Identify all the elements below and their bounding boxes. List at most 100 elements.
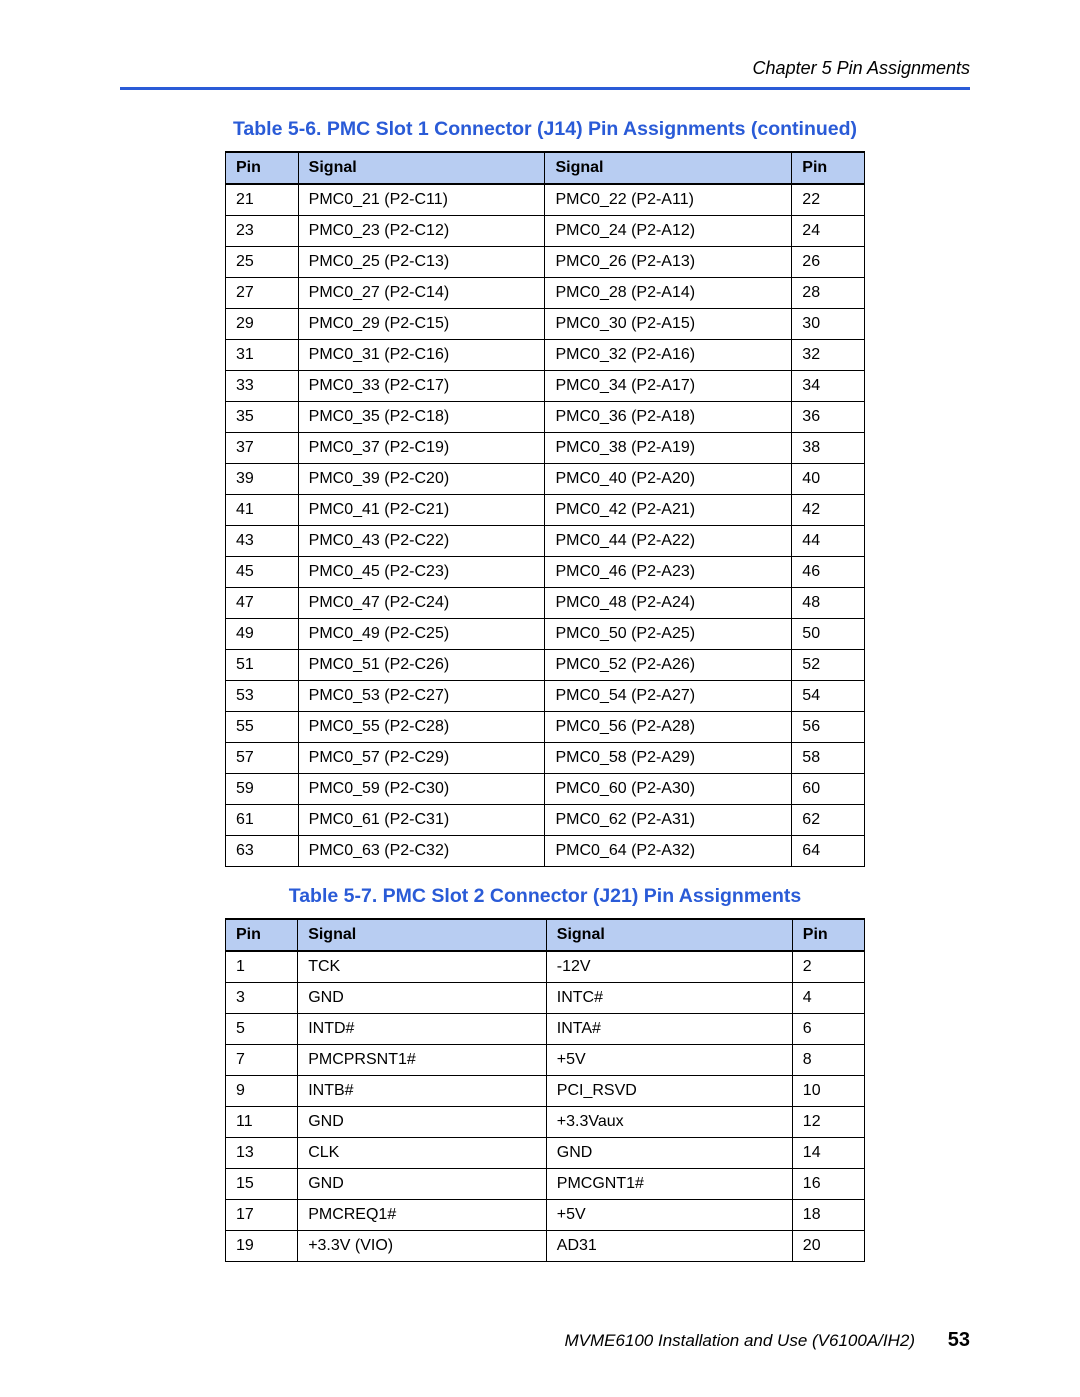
col-pin-left: Pin xyxy=(226,152,299,184)
col-pin-right: Pin xyxy=(792,152,865,184)
cell-signal-left: GND xyxy=(298,1169,547,1200)
cell-signal-right: PMC0_42 (P2-A21) xyxy=(545,495,792,526)
cell-pin-right: 46 xyxy=(792,557,865,588)
cell-pin-right: 42 xyxy=(792,495,865,526)
cell-signal-left: PMC0_57 (P2-C29) xyxy=(298,743,545,774)
cell-signal-left: INTB# xyxy=(298,1076,547,1107)
cell-signal-left: PMC0_25 (P2-C13) xyxy=(298,247,545,278)
cell-pin-left: 57 xyxy=(226,743,299,774)
cell-signal-left: PMC0_37 (P2-C19) xyxy=(298,433,545,464)
footer-page-number: 53 xyxy=(948,1329,970,1351)
cell-signal-right: PCI_RSVD xyxy=(546,1076,792,1107)
table-5-7: Pin Signal Signal Pin 1TCK-12V23GNDINTC#… xyxy=(225,918,865,1262)
footer-doc-name: MVME6100 Installation and Use (V6100A/IH… xyxy=(564,1331,915,1350)
cell-signal-right: PMC0_52 (P2-A26) xyxy=(545,650,792,681)
cell-pin-right: 50 xyxy=(792,619,865,650)
cell-signal-left: PMC0_41 (P2-C21) xyxy=(298,495,545,526)
cell-signal-right: PMC0_46 (P2-A23) xyxy=(545,557,792,588)
cell-signal-left: PMC0_55 (P2-C28) xyxy=(298,712,545,743)
table-row: 47PMC0_47 (P2-C24)PMC0_48 (P2-A24)48 xyxy=(226,588,865,619)
cell-pin-right: 2 xyxy=(792,951,864,983)
table-row: 63PMC0_63 (P2-C32)PMC0_64 (P2-A32)64 xyxy=(226,836,865,867)
cell-pin-right: 28 xyxy=(792,278,865,309)
cell-pin-left: 29 xyxy=(226,309,299,340)
cell-pin-right: 20 xyxy=(792,1231,864,1262)
cell-pin-left: 53 xyxy=(226,681,299,712)
table-row: 27PMC0_27 (P2-C14)PMC0_28 (P2-A14)28 xyxy=(226,278,865,309)
cell-signal-left: PMC0_35 (P2-C18) xyxy=(298,402,545,433)
cell-pin-right: 22 xyxy=(792,184,865,216)
cell-signal-right: PMC0_50 (P2-A25) xyxy=(545,619,792,650)
cell-signal-left: PMC0_59 (P2-C30) xyxy=(298,774,545,805)
table-row: 21PMC0_21 (P2-C11)PMC0_22 (P2-A11)22 xyxy=(226,184,865,216)
cell-pin-right: 26 xyxy=(792,247,865,278)
cell-pin-right: 32 xyxy=(792,340,865,371)
table-row: 41PMC0_41 (P2-C21)PMC0_42 (P2-A21)42 xyxy=(226,495,865,526)
table-header-row: Pin Signal Signal Pin xyxy=(226,919,865,951)
table-row: 11GND+3.3Vaux12 xyxy=(226,1107,865,1138)
table-row: 37PMC0_37 (P2-C19)PMC0_38 (P2-A19)38 xyxy=(226,433,865,464)
cell-pin-left: 43 xyxy=(226,526,299,557)
cell-pin-right: 18 xyxy=(792,1200,864,1231)
cell-signal-right: PMC0_22 (P2-A11) xyxy=(545,184,792,216)
cell-pin-right: 38 xyxy=(792,433,865,464)
chapter-heading: Chapter 5 Pin Assignments xyxy=(120,58,970,79)
cell-signal-left: PMC0_23 (P2-C12) xyxy=(298,216,545,247)
cell-signal-right: PMCGNT1# xyxy=(546,1169,792,1200)
cell-pin-right: 16 xyxy=(792,1169,864,1200)
cell-pin-left: 15 xyxy=(226,1169,298,1200)
cell-pin-left: 13 xyxy=(226,1138,298,1169)
cell-pin-right: 60 xyxy=(792,774,865,805)
cell-pin-right: 44 xyxy=(792,526,865,557)
cell-signal-right: PMC0_62 (P2-A31) xyxy=(545,805,792,836)
cell-signal-right: PMC0_60 (P2-A30) xyxy=(545,774,792,805)
cell-pin-right: 58 xyxy=(792,743,865,774)
cell-pin-right: 30 xyxy=(792,309,865,340)
cell-signal-left: TCK xyxy=(298,951,547,983)
table-row: 39PMC0_39 (P2-C20)PMC0_40 (P2-A20)40 xyxy=(226,464,865,495)
cell-pin-left: 5 xyxy=(226,1014,298,1045)
table-row: 1TCK-12V2 xyxy=(226,951,865,983)
cell-signal-right: PMC0_40 (P2-A20) xyxy=(545,464,792,495)
cell-pin-left: 41 xyxy=(226,495,299,526)
cell-signal-right: PMC0_56 (P2-A28) xyxy=(545,712,792,743)
page: Chapter 5 Pin Assignments Table 5-6. PMC… xyxy=(0,0,1080,1397)
table-row: 15GNDPMCGNT1#16 xyxy=(226,1169,865,1200)
col-signal-left: Signal xyxy=(298,919,547,951)
cell-pin-left: 51 xyxy=(226,650,299,681)
cell-signal-right: PMC0_26 (P2-A13) xyxy=(545,247,792,278)
table-row: 17PMCREQ1#+5V18 xyxy=(226,1200,865,1231)
cell-pin-right: 62 xyxy=(792,805,865,836)
cell-signal-right: PMC0_44 (P2-A22) xyxy=(545,526,792,557)
table-header-row: Pin Signal Signal Pin xyxy=(226,152,865,184)
cell-signal-right: GND xyxy=(546,1138,792,1169)
table-row: 53PMC0_53 (P2-C27)PMC0_54 (P2-A27)54 xyxy=(226,681,865,712)
col-signal-right: Signal xyxy=(545,152,792,184)
col-signal-left: Signal xyxy=(298,152,545,184)
table-row: 61PMC0_61 (P2-C31)PMC0_62 (P2-A31)62 xyxy=(226,805,865,836)
cell-signal-right: PMC0_64 (P2-A32) xyxy=(545,836,792,867)
cell-pin-left: 31 xyxy=(226,340,299,371)
table-row: 33PMC0_33 (P2-C17)PMC0_34 (P2-A17)34 xyxy=(226,371,865,402)
cell-signal-left: GND xyxy=(298,983,547,1014)
cell-pin-left: 63 xyxy=(226,836,299,867)
cell-pin-left: 23 xyxy=(226,216,299,247)
table-row: 9INTB#PCI_RSVD10 xyxy=(226,1076,865,1107)
cell-pin-left: 19 xyxy=(226,1231,298,1262)
cell-pin-right: 64 xyxy=(792,836,865,867)
cell-pin-left: 21 xyxy=(226,184,299,216)
cell-signal-left: PMC0_47 (P2-C24) xyxy=(298,588,545,619)
cell-pin-left: 27 xyxy=(226,278,299,309)
cell-signal-left: INTD# xyxy=(298,1014,547,1045)
cell-signal-right: PMC0_30 (P2-A15) xyxy=(545,309,792,340)
cell-signal-left: PMC0_53 (P2-C27) xyxy=(298,681,545,712)
table-row: 49PMC0_49 (P2-C25)PMC0_50 (P2-A25)50 xyxy=(226,619,865,650)
cell-signal-left: PMCPRSNT1# xyxy=(298,1045,547,1076)
cell-signal-left: PMC0_27 (P2-C14) xyxy=(298,278,545,309)
col-pin-right: Pin xyxy=(792,919,864,951)
cell-signal-right: PMC0_48 (P2-A24) xyxy=(545,588,792,619)
cell-signal-right: INTC# xyxy=(546,983,792,1014)
cell-signal-left: PMC0_61 (P2-C31) xyxy=(298,805,545,836)
cell-signal-left: PMC0_45 (P2-C23) xyxy=(298,557,545,588)
table-row: 35PMC0_35 (P2-C18)PMC0_36 (P2-A18)36 xyxy=(226,402,865,433)
